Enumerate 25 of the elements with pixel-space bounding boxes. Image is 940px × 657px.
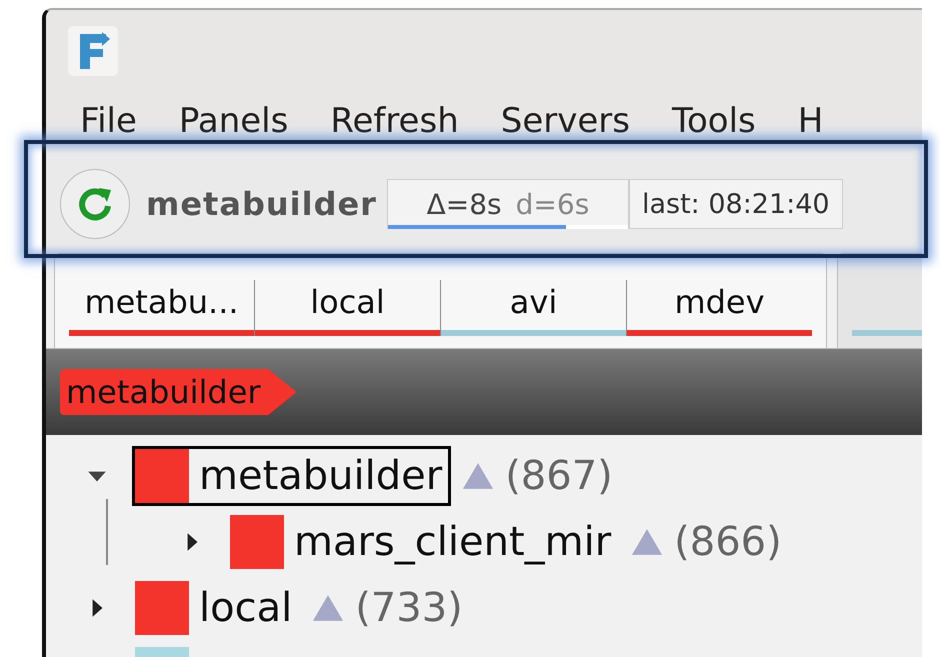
triangle-icon <box>630 528 664 556</box>
node-count: (866) <box>674 519 782 565</box>
delta-value: Δ=8s <box>426 188 502 220</box>
node-count: (733) <box>355 585 463 631</box>
tree-node[interactable]: local <box>132 578 302 638</box>
triangle-icon <box>311 594 346 622</box>
server-tab[interactable]: avi <box>510 280 558 324</box>
node-count: (867) <box>505 453 613 499</box>
menu-item[interactable]: Refresh <box>330 101 459 141</box>
server-tab[interactable]: local <box>310 280 385 324</box>
menu-item[interactable]: Tools <box>672 101 756 141</box>
server-tab[interactable]: metabu... <box>84 280 239 324</box>
menu-item[interactable]: Panels <box>178 101 288 141</box>
tree-node[interactable]: mars_client_mir <box>227 512 620 572</box>
server-tab[interactable]: mdev <box>674 280 765 324</box>
duration-value: d=6s <box>516 188 590 220</box>
app-logo-icon <box>68 26 118 76</box>
last-update-label: last: 08:21:40 <box>628 179 843 229</box>
menu-item[interactable]: H <box>798 101 824 141</box>
server-name: metabuilder <box>145 185 378 223</box>
menu-item[interactable]: File <box>80 101 137 141</box>
breadcrumb-item[interactable]: metabuilder <box>60 369 297 415</box>
triangle-icon <box>461 462 496 490</box>
tree-node[interactable]: metabuilder <box>132 446 452 506</box>
menu-item[interactable]: Servers <box>500 101 630 141</box>
